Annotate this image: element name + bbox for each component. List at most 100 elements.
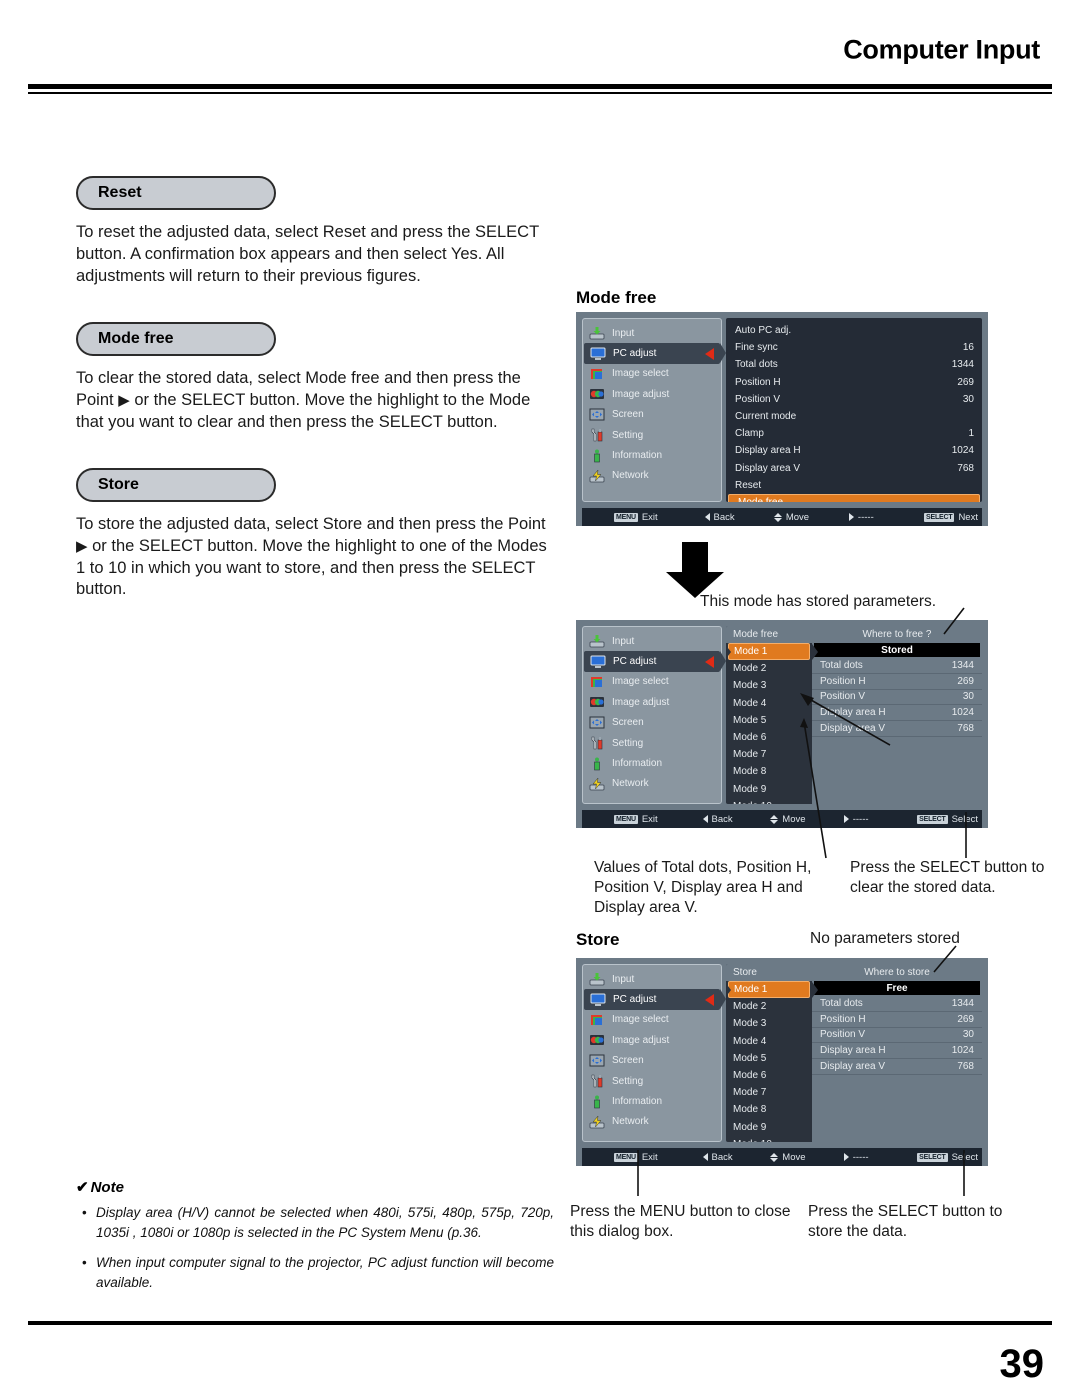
- mode-item[interactable]: Mode 5: [726, 1050, 812, 1067]
- menu-row[interactable]: Auto PC adj.: [726, 322, 982, 339]
- sidebar-item-label: Network: [612, 778, 649, 790]
- menu-row-label: Position H: [735, 376, 781, 388]
- sidebar-item-image-adjust[interactable]: Image adjust: [583, 384, 721, 404]
- mode-item[interactable]: Mode 6: [726, 729, 812, 746]
- value-row-value: 1024: [951, 1045, 974, 1057]
- sidebar-item-network[interactable]: Network: [583, 466, 721, 486]
- sidebar-item-screen[interactable]: Screen: [583, 1051, 721, 1071]
- mode-item[interactable]: Mode 7: [726, 1084, 812, 1101]
- sidebar-item-label: Input: [612, 635, 635, 647]
- mode-item[interactable]: Mode 4: [726, 1033, 812, 1050]
- mode-caret-right-icon: [812, 644, 818, 660]
- menu-row[interactable]: Fine sync 16: [726, 339, 982, 356]
- mode-item[interactable]: Mode 10: [726, 1136, 812, 1142]
- menu-row-selected-mode-free[interactable]: Mode free: [728, 493, 980, 502]
- mode-item[interactable]: Mode 6: [726, 1067, 812, 1084]
- value-row: Display area V 768: [812, 721, 982, 737]
- menu-row-label: Current mode: [735, 411, 797, 423]
- value-row-value: 269: [957, 675, 974, 687]
- guide-back-label: Back: [711, 813, 733, 825]
- sidebar-item-screen[interactable]: Screen: [583, 713, 721, 733]
- select-key-icon: SELECT: [917, 814, 948, 824]
- value-row-label: Position H: [820, 675, 866, 687]
- select-key-icon: SELECT: [917, 1152, 948, 1162]
- sidebar-item-image-adjust[interactable]: Image adjust: [583, 692, 721, 712]
- sidebar-item-network[interactable]: Network: [583, 1112, 721, 1132]
- section-body-mode-free: To clear the stored data, select Mode fr…: [76, 368, 558, 434]
- mode-list-menu3[interactable]: Store Mode 1 Mode 2 Mode 3 Mode 4 Mode 5…: [726, 964, 818, 1142]
- sidebar-item-pc-adjust[interactable]: PC adjust: [584, 343, 720, 364]
- sidebar-item-image-select[interactable]: Image select: [583, 1010, 721, 1030]
- image-adjust-icon: [589, 695, 605, 709]
- mode-item-selected[interactable]: Mode 1: [728, 981, 810, 999]
- sidebar-item-information[interactable]: Information: [583, 445, 721, 465]
- section-body-store: To store the adjusted data, select Store…: [76, 514, 558, 602]
- sidebar-item-label: Input: [612, 327, 635, 339]
- sidebar-item-pc-adjust[interactable]: PC adjust: [584, 651, 720, 672]
- mode-item[interactable]: Mode 9: [726, 1119, 812, 1136]
- point-right-icon: ▶: [118, 391, 130, 409]
- mode-item[interactable]: Mode 8: [726, 1101, 812, 1118]
- guide-back-label: Back: [713, 511, 735, 523]
- menu-row[interactable]: Current mode: [726, 408, 982, 425]
- guide-back: Back: [702, 813, 771, 825]
- sidebar-item-setting[interactable]: Setting: [583, 1071, 721, 1091]
- osd-sidebar[interactable]: Input PC adjust Image select Image adjus…: [582, 964, 726, 1142]
- guide-move-label: Move: [782, 813, 806, 825]
- menu-row[interactable]: Total dots 1344: [726, 356, 982, 373]
- osd-sidebar[interactable]: Input PC adjust Image select Image adjus…: [582, 626, 726, 804]
- menu-row[interactable]: Display area H 1024: [726, 442, 982, 459]
- sidebar-item-network[interactable]: Network: [583, 774, 721, 794]
- mode-item[interactable]: Mode 5: [726, 712, 812, 729]
- sidebar-item-information[interactable]: Information: [583, 1091, 721, 1111]
- network-icon: [589, 777, 605, 791]
- sidebar-item-image-select[interactable]: Image select: [583, 364, 721, 384]
- figure2-caption-top: This mode has stored parameters.: [700, 593, 937, 610]
- figure2-caption-left: Values of Total dots, Position H, Positi…: [594, 859, 812, 917]
- sidebar-item-setting[interactable]: Setting: [583, 425, 721, 445]
- sidebar-item-setting[interactable]: Setting: [583, 733, 721, 753]
- footer-rule: [28, 1321, 1052, 1325]
- mode-item[interactable]: Mode 3: [726, 1015, 812, 1032]
- mode-item[interactable]: Mode 9: [726, 781, 812, 798]
- osd-guide-bar: MENU Exit Back Move ----- SELECT Select: [582, 1146, 982, 1166]
- mode-item[interactable]: Mode 8: [726, 763, 812, 780]
- guide-exit: MENU Exit: [586, 512, 705, 523]
- menu-row[interactable]: Position V 30: [726, 391, 982, 408]
- info-icon: [589, 1095, 605, 1109]
- value-row-label: Total dots: [820, 659, 863, 671]
- check-icon: ✔: [76, 1179, 89, 1196]
- mode-item[interactable]: Mode 2: [726, 660, 812, 677]
- sidebar-item-input[interactable]: Input: [583, 631, 721, 651]
- select-key-icon: SELECT: [924, 512, 955, 522]
- mode-item[interactable]: Mode 4: [726, 695, 812, 712]
- mode-item[interactable]: Mode 10: [726, 798, 812, 804]
- sidebar-item-image-adjust[interactable]: Image adjust: [583, 1030, 721, 1050]
- mode-list-menu2[interactable]: Mode free Mode 1 Mode 2 Mode 3 Mode 4 Mo…: [726, 626, 818, 804]
- page-number: 39: [999, 1342, 1045, 1386]
- osd-sidebar[interactable]: Input PC adjust Image select Image adjus…: [582, 318, 726, 502]
- sidebar-item-information[interactable]: Information: [583, 753, 721, 773]
- mode-item[interactable]: Mode 7: [726, 746, 812, 763]
- sidebar-item-screen[interactable]: Screen: [583, 405, 721, 425]
- down-arrow-icon: [666, 542, 724, 598]
- mode-item[interactable]: Mode 3: [726, 677, 812, 694]
- menu-row[interactable]: Position H 269: [726, 374, 982, 391]
- menu-row[interactable]: Clamp 1: [726, 425, 982, 442]
- network-icon: [589, 469, 605, 483]
- menu-key-icon: MENU: [614, 814, 638, 824]
- mode-free-text-b: or the SELECT button. Move the highlight…: [76, 390, 531, 431]
- mode-item-selected[interactable]: Mode 1: [728, 643, 810, 661]
- sidebar-item-input[interactable]: Input: [583, 323, 721, 343]
- sidebar-item-input[interactable]: Input: [583, 969, 721, 989]
- menu-row[interactable]: Display area V 768: [726, 460, 982, 477]
- sidebar-item-image-select[interactable]: Image select: [583, 672, 721, 692]
- menu-row[interactable]: Reset: [726, 477, 982, 494]
- menu-row-label: Total dots: [735, 359, 778, 371]
- guide-move: Move: [773, 512, 849, 523]
- mode-item[interactable]: Mode 2: [726, 998, 812, 1015]
- guide-dash: -----: [843, 814, 917, 825]
- mode-caret-right-icon: [812, 982, 818, 998]
- figure3-caption-top: No parameters stored: [810, 930, 960, 947]
- sidebar-item-pc-adjust[interactable]: PC adjust: [584, 989, 720, 1010]
